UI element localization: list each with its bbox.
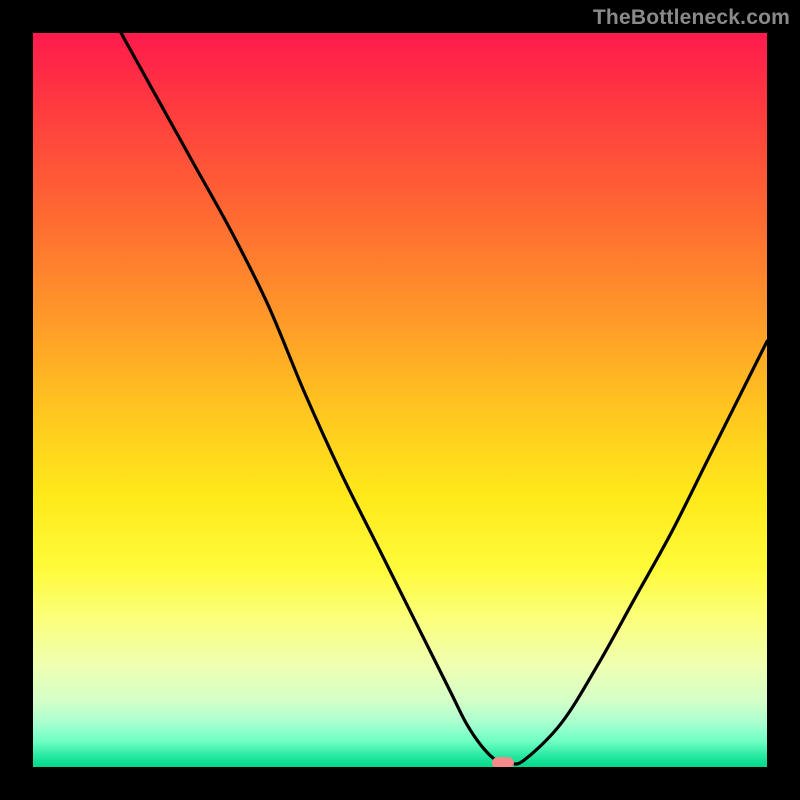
optimum-marker [492,757,514,767]
watermark-text: TheBottleneck.com [593,6,790,30]
bottleneck-curve [33,33,767,767]
plot-area [33,33,767,767]
chart-frame: TheBottleneck.com [0,0,800,800]
